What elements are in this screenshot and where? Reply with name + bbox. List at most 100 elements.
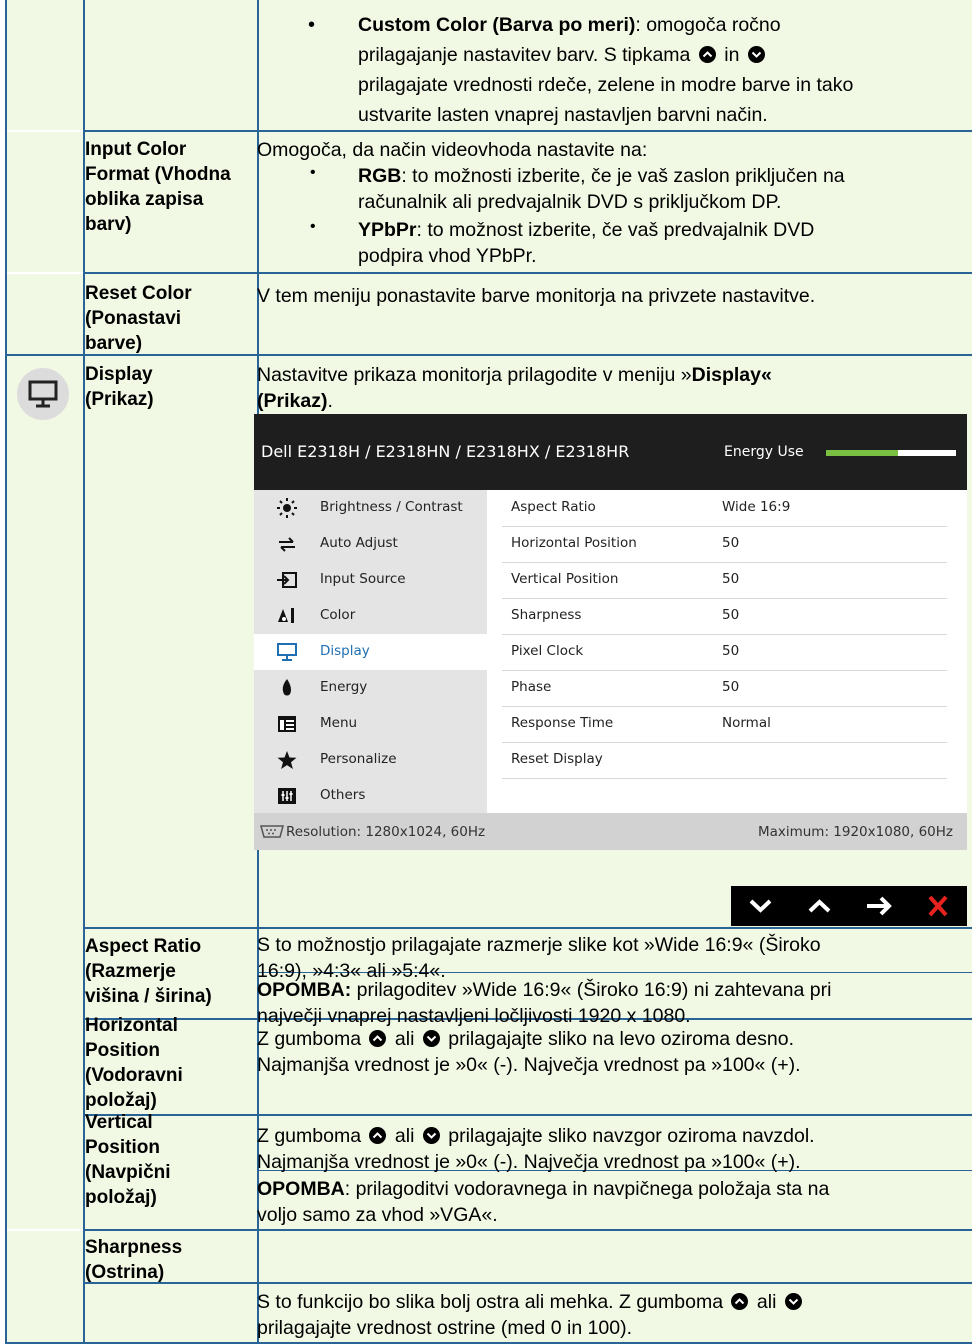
ypbpr-label: YPbPr — [358, 219, 417, 241]
vpos-text-a: Z gumboma — [257, 1125, 362, 1147]
up-button-icon — [369, 1030, 387, 1047]
param-value: Wide 16:9 — [722, 499, 791, 515]
osd-menu-item-menu[interactable]: Menu — [254, 706, 487, 742]
osd-param-aspect-ratio[interactable]: Aspect Ratio Wide 16:9 — [502, 490, 947, 527]
up-button[interactable] — [790, 886, 849, 926]
down-button-icon — [784, 1293, 802, 1310]
osd-param-horizontal-position[interactable]: Horizontal Position 50 — [502, 526, 947, 563]
param-value: 50 — [722, 571, 740, 587]
custom-color-text: Custom Color (Barva po meri): omogoča ro… — [358, 12, 968, 128]
vertical-position-text: Z gumboma ali prilagajajte sliko navzgor… — [257, 1123, 962, 1175]
energy-icon — [276, 678, 298, 698]
energy-use-label: Energy Use — [724, 444, 804, 460]
note-text-1: prilagoditev »Wide 16:9« (Široko 16:9) n… — [351, 979, 832, 1001]
menu-label: Others — [320, 787, 366, 803]
hpos-text-c: prilagajajte sliko na levo oziroma desno… — [448, 1028, 795, 1050]
label-input-color-format: Input Color Format (Vhodna oblika zapisa… — [85, 137, 250, 237]
display-icon — [17, 368, 69, 420]
vpos-line2: Najmanjša vrednost je »0« (-). Največja … — [257, 1151, 801, 1173]
osd-menu-item-personalize[interactable]: Personalize — [254, 742, 487, 778]
others-icon — [276, 786, 298, 806]
vga-connector-icon — [260, 825, 284, 842]
osd-param-phase[interactable]: Phase 50 — [502, 670, 947, 707]
row-divider — [85, 1229, 972, 1231]
param-name: Phase — [511, 679, 552, 695]
label-line: Display — [85, 364, 153, 385]
osd-menu-item-input-source[interactable]: Input Source — [254, 562, 487, 598]
bullet: • — [308, 14, 316, 36]
rgb-text-2: računalnik ali predvajalnik DVD s priklj… — [358, 191, 782, 213]
close-button[interactable] — [908, 886, 967, 926]
param-value: 50 — [722, 535, 740, 551]
custom-color-line2a: prilagajanje nastavitev barv. S tipkama — [358, 44, 691, 66]
label-line: Horizontal — [85, 1015, 178, 1036]
vpos-text-c: prilagajajte sliko navzgor oziroma navzd… — [448, 1125, 815, 1147]
bullet: • — [310, 164, 316, 181]
param-value: 50 — [722, 643, 740, 659]
osd-param-sharpness[interactable]: Sharpness 50 — [502, 598, 947, 635]
label-line: Sharpness — [85, 1237, 183, 1258]
osd-menu-item-brightness-contrast[interactable]: Brightness / Contrast — [254, 490, 487, 526]
label-line: (Prikaz) — [85, 389, 154, 410]
osd-param-reset-display[interactable]: Reset Display — [502, 742, 947, 779]
osd-menu-item-display[interactable]: Display — [254, 634, 487, 670]
menu-label: Personalize — [320, 751, 397, 767]
display-intro-text: Nastavitve prikaza monitorja prilagodite… — [257, 362, 962, 414]
row-divider — [85, 272, 972, 274]
custom-color-title: Custom Color (Barva po meri) — [358, 14, 636, 36]
label-line: (Navpični — [85, 1162, 171, 1183]
param-name: Response Time — [511, 715, 614, 731]
osd-menu-item-auto-adjust[interactable]: Auto Adjust — [254, 526, 487, 562]
horizontal-position-text: Z gumboma ali prilagajajte sliko na levo… — [257, 1026, 962, 1078]
aspect-ratio-line1: S to možnostjo prilagajate razmerje slik… — [257, 934, 821, 956]
down-button-icon — [747, 46, 765, 63]
note-label: OPOMBA: — [257, 979, 352, 1001]
label-line: višina / širina) — [85, 986, 212, 1007]
label-vertical-position: Vertical Position (Navpični položaj) — [85, 1110, 250, 1210]
rgb-label: RGB — [358, 165, 402, 187]
label-line: (Razmerje — [85, 961, 176, 982]
menu-label: Input Source — [320, 571, 406, 587]
osd-param-response-time[interactable]: Response Time Normal — [502, 706, 947, 743]
right-arrow-button[interactable] — [849, 886, 908, 926]
label-line: (Ostrina) — [85, 1262, 165, 1283]
osd-param-vertical-position[interactable]: Vertical Position 50 — [502, 562, 947, 599]
display-intro-d: . — [327, 390, 333, 412]
label-sharpness: Sharpness (Ostrina) — [85, 1235, 250, 1285]
label-line: Position — [85, 1137, 160, 1158]
up-button-icon — [731, 1293, 749, 1310]
note-text-2: voljo samo za vhod »VGA«. — [257, 1204, 498, 1226]
osd-menu-item-energy[interactable]: Energy — [254, 670, 487, 706]
param-value: 50 — [722, 607, 740, 623]
menu-label: Color — [320, 607, 356, 623]
ypbpr-text-2: podpira vhod YPbPr. — [358, 245, 537, 267]
input-color-format-intro: Omogoča, da način videovhoda nastavite n… — [257, 139, 648, 161]
down-button[interactable] — [731, 886, 790, 926]
custom-color-text-a: : omogoča ročno — [635, 14, 781, 36]
reset-color-text: V tem meniju ponastavite barve monitorja… — [257, 285, 816, 307]
note-text-1: : prilagoditvi vodoravnega in navpičnega… — [344, 1178, 830, 1200]
color-icon — [276, 606, 298, 626]
hpos-line2: Najmanjša vrednost je »0« (-). Največja … — [257, 1054, 801, 1076]
label-line: Position — [85, 1040, 160, 1061]
osd-param-pixel-clock[interactable]: Pixel Clock 50 — [502, 634, 947, 671]
osd-resolution: Resolution: 1280x1024, 60Hz — [286, 824, 486, 840]
label-line: Vertical — [85, 1112, 153, 1133]
sharp-text-b: ali — [756, 1291, 777, 1313]
rgb-option-text: RGB: to možnosti izberite, če je vaš zas… — [358, 163, 963, 215]
param-name: Aspect Ratio — [511, 499, 596, 515]
osd-menu-item-others[interactable]: Others — [254, 778, 487, 814]
down-button-icon — [422, 1030, 440, 1047]
sharpness-text: S to funkcijo bo slika bolj ostra ali me… — [257, 1289, 962, 1341]
osd-menu-item-color[interactable]: Color — [254, 598, 487, 634]
osd-menu-list: Brightness / Contrast Auto Adjust Input … — [254, 490, 487, 813]
input-source-icon — [276, 570, 298, 590]
menu-label: Brightness / Contrast — [320, 499, 463, 515]
hpos-text-b: ali — [394, 1028, 415, 1050]
aspect-ratio-note: OPOMBA: prilagoditev »Wide 16:9« (Široko… — [257, 977, 962, 1029]
param-value: 50 — [722, 679, 740, 695]
ypbpr-text-1: : to možnost izberite, če vaš predvajaln… — [416, 219, 815, 241]
sharp-line2: prilagajajte vrednost ostrine (med 0 in … — [257, 1317, 633, 1339]
note-label: OPOMBA — [257, 1178, 345, 1200]
label-line: (Vodoravni — [85, 1065, 183, 1086]
